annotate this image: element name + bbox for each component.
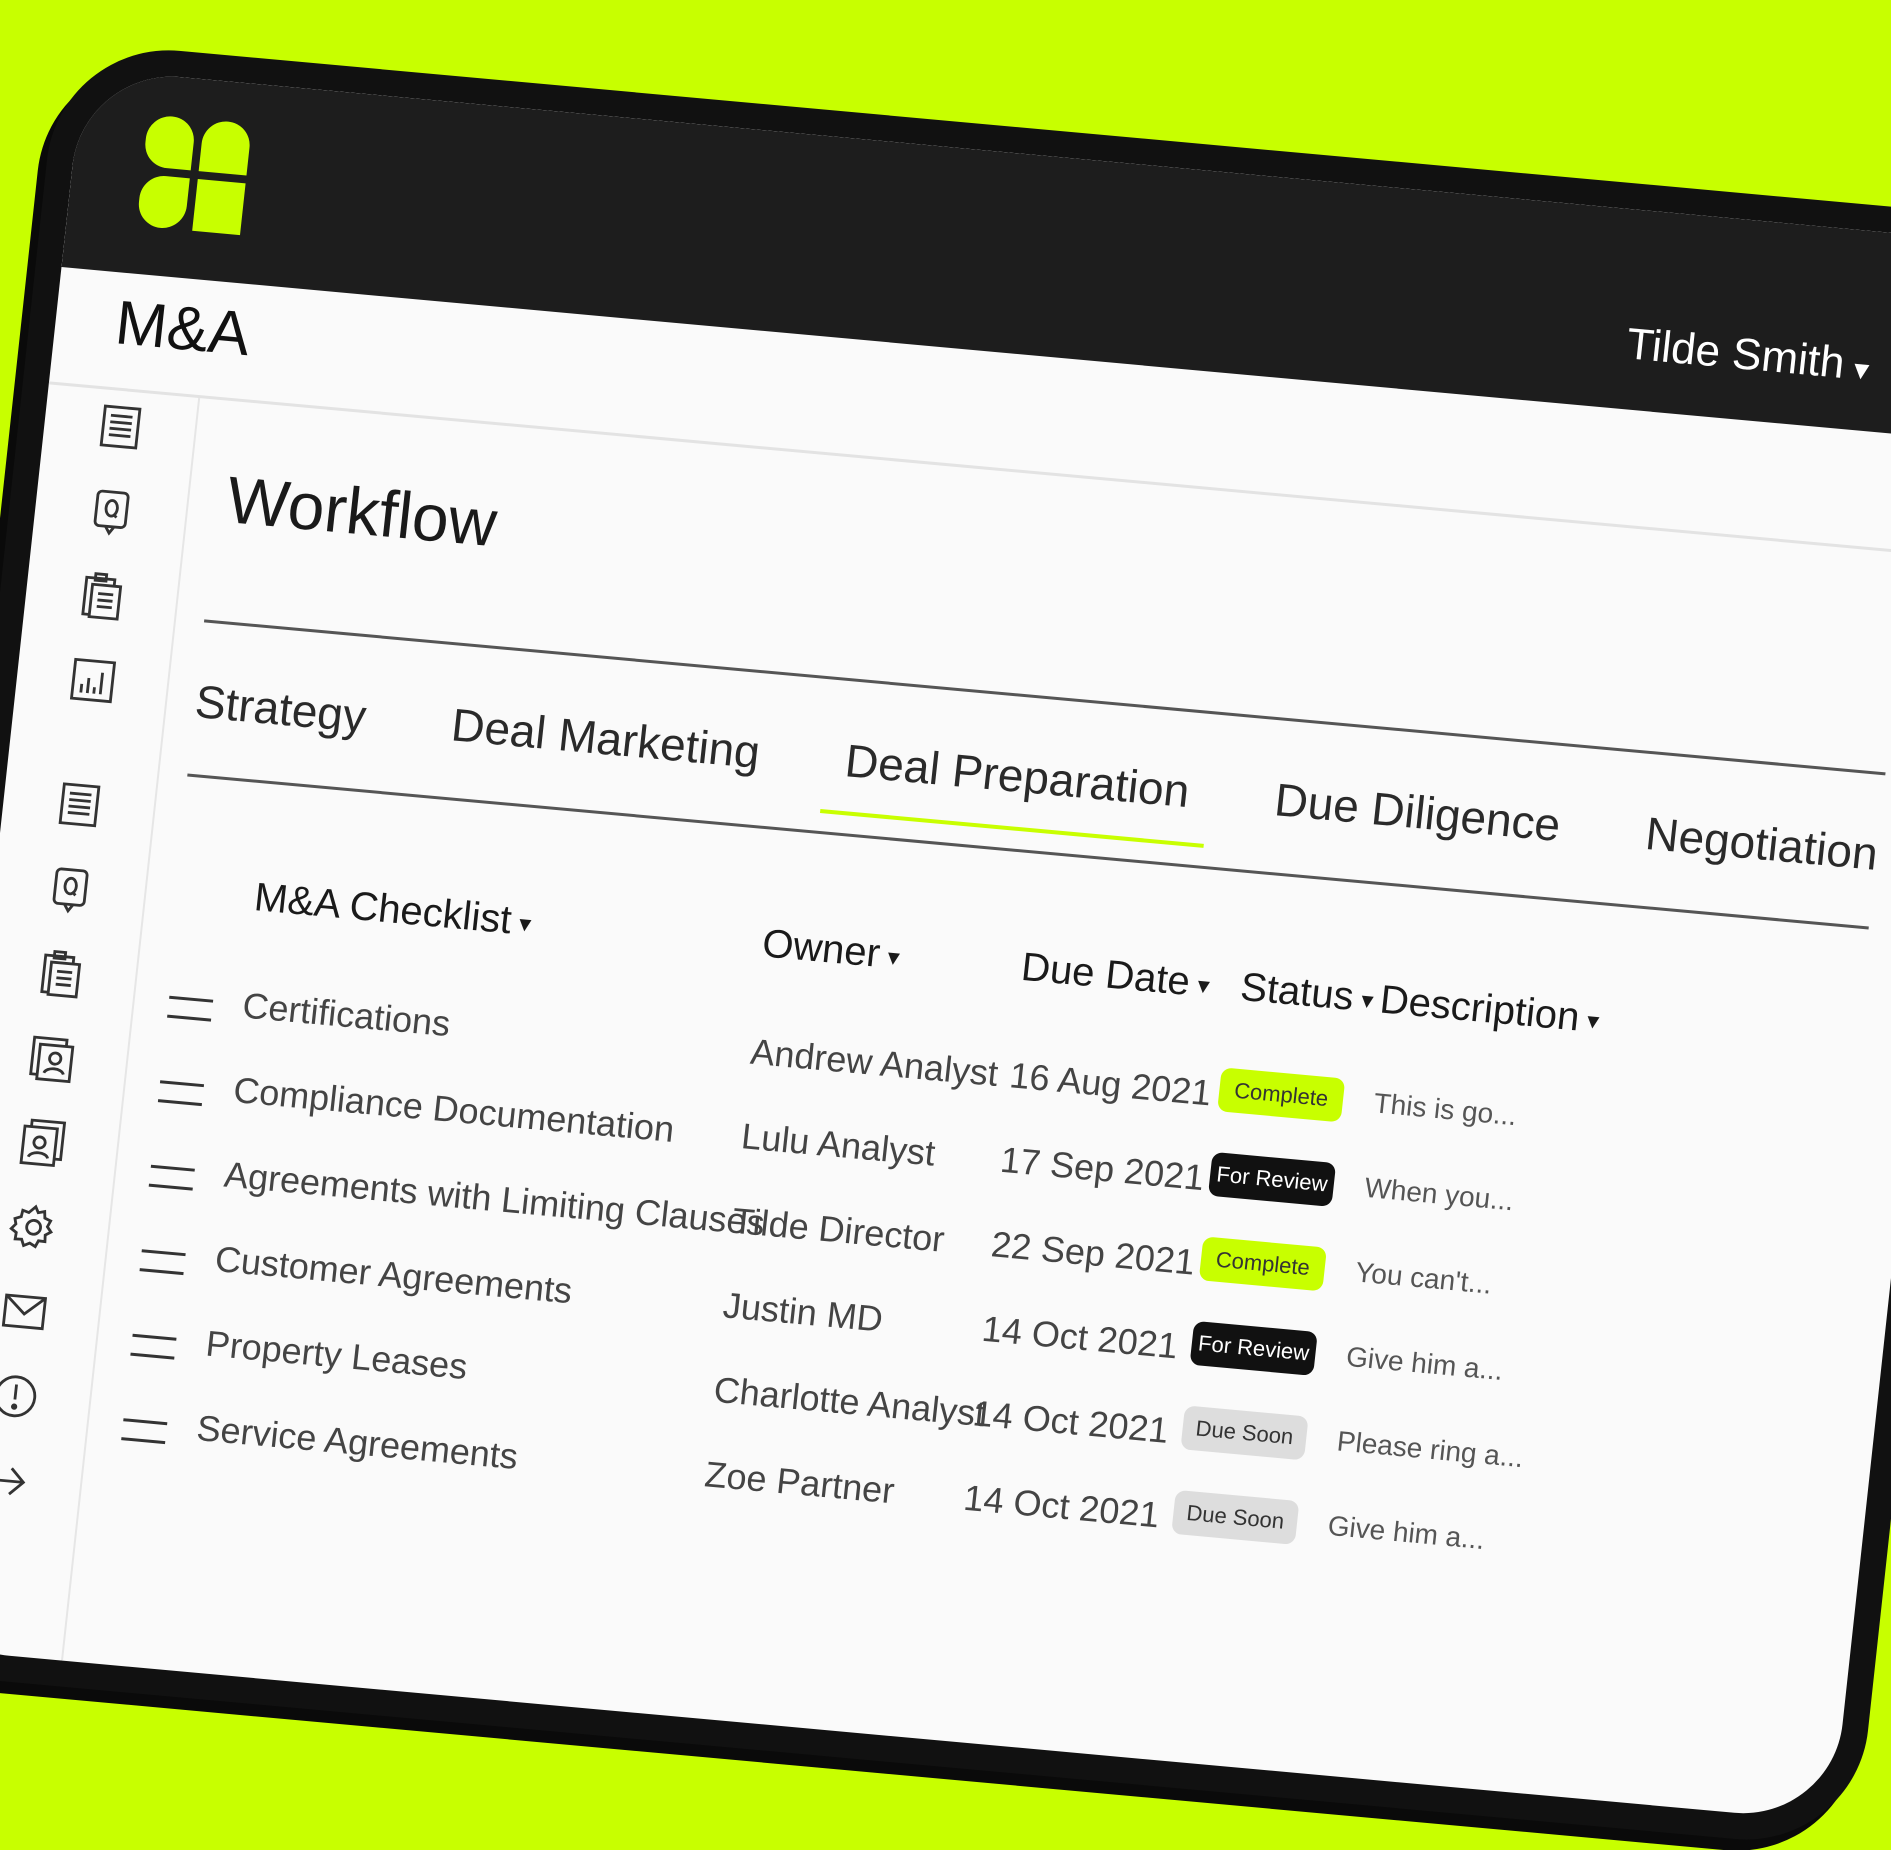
arrow-right-icon[interactable] (0, 1453, 35, 1509)
description-cell: You can't... (1353, 1256, 1494, 1300)
drag-handle-icon[interactable] (130, 1333, 177, 1360)
drag-handle-icon[interactable] (139, 1249, 186, 1276)
device-frame: Tilde Smith ▾ M&A Workflow Strategy Deal M… (0, 40, 1891, 1850)
column-header-label: Description (1377, 977, 1582, 1040)
page-title: Workflow (223, 462, 501, 561)
drag-handle-icon[interactable] (148, 1164, 195, 1191)
clipboard-list-icon[interactable] (32, 946, 89, 1002)
caret-down-icon: ▾ (517, 910, 533, 939)
owner-cell: Andrew Analyst (748, 1030, 1001, 1095)
status-badge: Complete (1217, 1067, 1346, 1123)
caret-down-icon: ▾ (1585, 1007, 1601, 1036)
caret-down-icon: ▾ (1359, 986, 1375, 1015)
main-content: Workflow Strategy Deal Marketing Deal Prep… (91, 401, 1891, 1822)
tab-due-diligence[interactable]: Due Diligence (1269, 772, 1563, 879)
alert-icon[interactable] (0, 1368, 44, 1424)
bar-chart-icon[interactable] (64, 652, 121, 708)
column-header-label: Owner (760, 921, 883, 976)
document-list-icon[interactable] (51, 777, 108, 833)
checklist-item: Certifications (240, 984, 453, 1045)
app-screen: Tilde Smith ▾ M&A Workflow Strategy Deal M… (0, 68, 1891, 1822)
owner-cell: Justin MD (721, 1284, 885, 1340)
column-header-owner[interactable]: Owner ▾ (760, 921, 902, 978)
column-header-label: Due Date (1019, 944, 1193, 1005)
tab-deal-preparation[interactable]: Deal Preparation (819, 731, 1213, 848)
description-cell: This is go... (1372, 1087, 1519, 1132)
clipboard-list-icon[interactable] (73, 568, 130, 624)
user-name: Tilde Smith (1624, 319, 1848, 388)
drag-handle-icon[interactable] (157, 1080, 205, 1107)
tab-strategy[interactable]: Strategy (189, 674, 369, 771)
user-menu[interactable]: Tilde Smith ▾ (1624, 319, 1872, 391)
contacts-alt-icon[interactable] (14, 1115, 71, 1171)
top-bar: Tilde Smith ▾ (61, 68, 1891, 442)
tab-deal-marketing[interactable]: Deal Marketing (446, 697, 763, 807)
chevron-down-icon: ▾ (1852, 353, 1871, 388)
caret-down-icon: ▾ (886, 943, 902, 972)
column-header-due-date[interactable]: Due Date ▾ (1019, 945, 1212, 1007)
column-header-description[interactable]: Description ▾ (1378, 978, 1602, 1043)
description-cell: When you... (1363, 1171, 1516, 1217)
brand-logo[interactable] (136, 114, 259, 243)
document-list-icon[interactable] (92, 399, 149, 455)
question-card-icon[interactable] (83, 483, 140, 539)
drag-handle-icon[interactable] (121, 1418, 168, 1445)
column-header-checklist[interactable]: M&A Checklist ▾ (252, 875, 534, 945)
column-header-status[interactable]: Status ▾ (1238, 965, 1376, 1022)
mail-icon[interactable] (0, 1284, 53, 1340)
gear-icon[interactable] (5, 1199, 62, 1255)
contacts-icon[interactable] (23, 1030, 80, 1086)
column-header-label: Status (1238, 964, 1356, 1019)
due-date-cell: 16 Aug 2021 (1007, 1054, 1214, 1114)
drag-handle-icon[interactable] (167, 995, 214, 1022)
tab-negotiation[interactable]: Negotiation (1640, 806, 1881, 909)
app-title: M&A (112, 288, 254, 370)
question-card-icon[interactable] (42, 861, 99, 917)
caret-down-icon: ▾ (1196, 971, 1212, 1000)
column-header-label: M&A Checklist (252, 875, 514, 943)
